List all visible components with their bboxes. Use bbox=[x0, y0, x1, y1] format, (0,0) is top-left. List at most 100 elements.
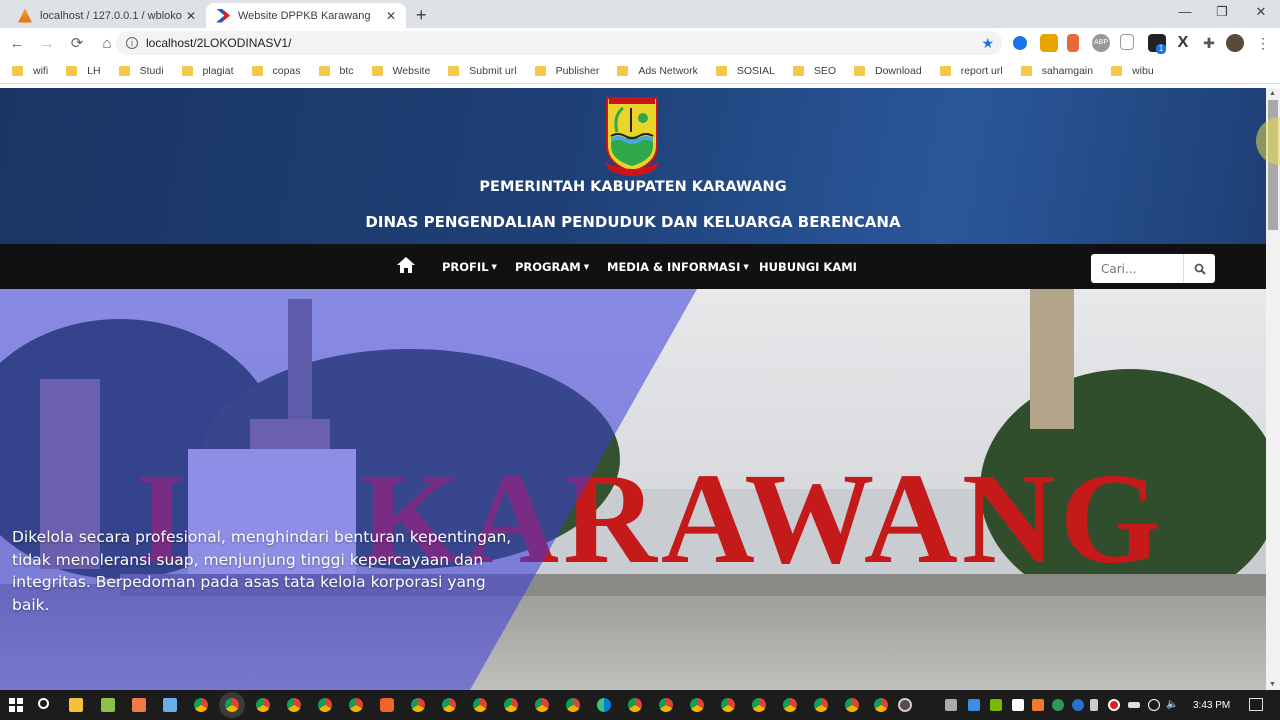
bookmark-star-icon[interactable]: ★ bbox=[981, 35, 994, 52]
bookmark-folder[interactable]: Download bbox=[854, 65, 922, 77]
menu-kebab-icon[interactable]: ⋮ bbox=[1254, 34, 1272, 52]
nav-item-program[interactable]: PROGRAM ▼ bbox=[515, 260, 589, 274]
chrome-icon[interactable] bbox=[628, 698, 642, 712]
bookmark-folder[interactable]: sahamgain bbox=[1020, 65, 1093, 77]
bookmark-folder[interactable]: wibu bbox=[1111, 65, 1154, 77]
bookmark-folder[interactable]: LH bbox=[66, 64, 101, 77]
page-scrollbar[interactable]: ▲ ▼ bbox=[1266, 88, 1280, 690]
close-window-button[interactable]: ✕ bbox=[1241, 4, 1280, 20]
bookmark-folder[interactable]: Studi bbox=[118, 65, 164, 77]
reader-icon[interactable] bbox=[1120, 34, 1134, 50]
bookmark-folder[interactable]: wifi bbox=[12, 65, 48, 77]
close-tab-icon[interactable]: ✕ bbox=[386, 9, 396, 23]
chrome-icon[interactable] bbox=[287, 698, 301, 712]
bookmark-ext-icon[interactable] bbox=[1013, 36, 1027, 50]
folder-icon bbox=[12, 65, 23, 76]
media-app-icon[interactable] bbox=[898, 698, 912, 712]
chrome-icon[interactable] bbox=[473, 698, 487, 712]
chrome-icon[interactable] bbox=[349, 698, 363, 712]
nav-label: MEDIA & INFORMASI bbox=[607, 260, 741, 274]
chrome-icon[interactable] bbox=[783, 698, 797, 712]
tray-icon[interactable] bbox=[968, 699, 980, 711]
chrome-icon[interactable] bbox=[874, 698, 888, 712]
security-tray-icon[interactable] bbox=[1012, 699, 1024, 711]
minimize-button[interactable]: — bbox=[1165, 4, 1205, 19]
chrome-icon[interactable] bbox=[535, 698, 549, 712]
record-tray-icon[interactable] bbox=[1108, 699, 1120, 711]
bookmark-label: SOSIAL bbox=[736, 64, 775, 77]
notification-center-icon[interactable] bbox=[1249, 698, 1263, 711]
bookmark-folder[interactable]: SOSIAL bbox=[715, 64, 775, 77]
search-icon[interactable] bbox=[38, 698, 49, 709]
network-globe-icon[interactable] bbox=[1148, 699, 1160, 711]
bookmark-folder[interactable]: SEO bbox=[792, 65, 836, 77]
usb-tray-icon[interactable] bbox=[1090, 699, 1098, 711]
search-input[interactable] bbox=[1091, 254, 1183, 283]
tab-website-dppkb[interactable]: Website DPPKB Karawang ✕ bbox=[206, 3, 406, 28]
chrome-icon-active[interactable] bbox=[225, 698, 239, 712]
forward-button[interactable]: → bbox=[34, 35, 60, 52]
close-tab-icon[interactable]: ✕ bbox=[186, 9, 196, 23]
chrome-icon[interactable] bbox=[411, 698, 425, 712]
maximize-button[interactable]: ❐ bbox=[1202, 4, 1242, 20]
notepad-icon[interactable] bbox=[101, 698, 115, 712]
app-icon[interactable] bbox=[163, 698, 177, 712]
home-icon[interactable] bbox=[396, 256, 416, 274]
scroll-up-arrow-icon[interactable]: ▲ bbox=[1269, 90, 1276, 97]
file-explorer-icon[interactable] bbox=[69, 698, 83, 712]
reload-button[interactable]: ⟳ bbox=[64, 34, 90, 52]
chrome-icon[interactable] bbox=[566, 698, 580, 712]
xampp-tray-icon[interactable] bbox=[1032, 699, 1044, 711]
tray-icon[interactable] bbox=[1072, 699, 1084, 711]
tray-icon[interactable] bbox=[945, 699, 957, 711]
tray-icon[interactable] bbox=[1052, 699, 1064, 711]
brave-icon[interactable] bbox=[380, 698, 394, 712]
nvidia-tray-icon[interactable] bbox=[990, 699, 1002, 711]
bookmark-label: LH bbox=[87, 64, 101, 77]
address-bar[interactable]: i localhost/2LOKODINASV1/ ★ bbox=[116, 31, 1002, 55]
bookmark-folder[interactable]: Ads Network bbox=[617, 65, 698, 77]
savings-ext-icon[interactable] bbox=[1040, 34, 1058, 52]
chrome-icon[interactable] bbox=[814, 698, 828, 712]
chrome-icon[interactable] bbox=[318, 698, 332, 712]
profile-avatar[interactable] bbox=[1226, 34, 1244, 52]
chrome-icon[interactable] bbox=[752, 698, 766, 712]
bookmark-folder[interactable]: Website bbox=[371, 65, 430, 77]
edge-icon[interactable] bbox=[597, 698, 611, 712]
app-icon[interactable] bbox=[132, 698, 146, 712]
tab-phpmyadmin[interactable]: localhost / 127.0.0.1 / wblokodin ✕ bbox=[8, 3, 206, 28]
badge-ext-icon[interactable] bbox=[1067, 34, 1079, 52]
url-text[interactable]: localhost/2LOKODINASV1/ bbox=[146, 36, 291, 50]
back-button[interactable]: ← bbox=[4, 35, 30, 52]
volume-icon[interactable]: 🔈 bbox=[1166, 699, 1178, 711]
scroll-down-arrow-icon[interactable]: ▼ bbox=[1269, 681, 1276, 688]
extensions-puzzle-icon[interactable]: ✚ bbox=[1200, 34, 1218, 52]
chrome-icon[interactable] bbox=[845, 698, 859, 712]
site-info-icon[interactable]: i bbox=[126, 37, 138, 49]
x-ext-icon[interactable]: X bbox=[1174, 34, 1192, 52]
bookmark-folder[interactable]: Submit url bbox=[448, 65, 517, 77]
chrome-icon[interactable] bbox=[504, 698, 518, 712]
bookmark-folder[interactable]: copas bbox=[251, 65, 301, 77]
bookmark-folder[interactable]: report url bbox=[939, 65, 1003, 77]
adblock-plus-icon[interactable]: ABP bbox=[1092, 34, 1110, 52]
battery-icon[interactable] bbox=[1128, 702, 1140, 708]
search-button[interactable] bbox=[1183, 254, 1215, 283]
chrome-icon[interactable] bbox=[659, 698, 673, 712]
new-tab-button[interactable]: + bbox=[416, 5, 427, 26]
chrome-icon[interactable] bbox=[194, 698, 208, 712]
nav-item-media-informasi[interactable]: MEDIA & INFORMASI ▼ bbox=[607, 260, 749, 274]
browser-tab-strip: localhost / 127.0.0.1 / wblokodin ✕ Webs… bbox=[0, 0, 1280, 28]
chrome-icon[interactable] bbox=[442, 698, 456, 712]
windows-start-icon[interactable] bbox=[9, 698, 23, 712]
bookmark-folder[interactable]: plagiat bbox=[181, 65, 234, 77]
chrome-icon[interactable] bbox=[690, 698, 704, 712]
bookmark-folder[interactable]: btc bbox=[318, 65, 354, 77]
nav-item-hubungi-kami[interactable]: HUBUNGI KAMI bbox=[759, 260, 857, 274]
folder-icon bbox=[792, 65, 804, 76]
chrome-icon[interactable] bbox=[721, 698, 735, 712]
taskbar-clock[interactable]: 3:43 PM bbox=[1193, 700, 1230, 711]
chrome-icon[interactable] bbox=[256, 698, 270, 712]
nav-item-profil[interactable]: PROFIL ▼ bbox=[442, 260, 497, 274]
bookmark-folder[interactable]: Publisher bbox=[534, 65, 599, 77]
